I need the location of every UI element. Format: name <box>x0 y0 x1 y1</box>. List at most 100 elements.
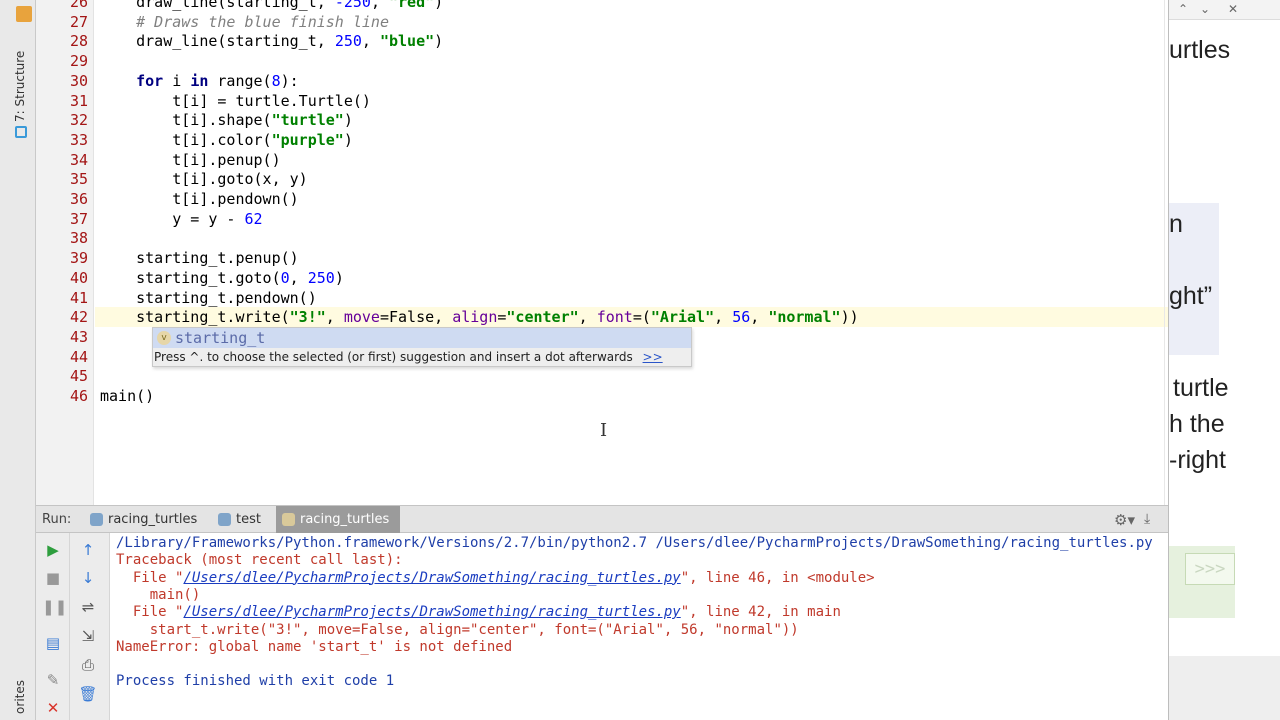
line-number: 46 <box>69 387 88 405</box>
stop-icon[interactable]: ■ <box>42 567 64 589</box>
soft-wrap-icon[interactable]: ⇌ <box>77 596 99 618</box>
python-prompt-box: >>> <box>1169 546 1235 618</box>
code-token: range( <box>208 71 272 90</box>
completion-more-link[interactable]: >> <box>643 350 663 364</box>
code-token: draw_line(starting_t, <box>100 0 335 11</box>
window-titlebar: ⌃ ⌄ ✕ <box>1169 0 1280 20</box>
code-token: "Arial" <box>650 308 715 327</box>
code-token: 0 <box>280 268 290 287</box>
line-number: 31 <box>69 91 88 110</box>
code-token: , <box>370 0 389 11</box>
code-line: t[i].shape("turtle") <box>100 110 353 130</box>
run-tab-racing-turtles-1[interactable]: racing_turtles <box>84 506 206 533</box>
variable-icon: v <box>157 331 171 345</box>
line-number: 39 <box>69 249 88 268</box>
line-number: 34 <box>69 150 88 169</box>
code-token: ) <box>434 0 444 11</box>
console-text: ", line 46, in <module> <box>680 569 875 586</box>
code-token: in <box>190 71 209 90</box>
code-editor[interactable]: 26 27 28 29 30 31 32 33 34 35 36 37 38 39 40 41 42 43 44 45… <box>36 0 1168 505</box>
file-link[interactable]: /Users/dlee/PycharmProjects/DrawSomethin… <box>183 570 680 586</box>
code-token: starting_t.goto( <box>100 268 281 287</box>
code-token: "center" <box>506 308 579 327</box>
code-token: starting_t.write( <box>100 308 290 327</box>
structure-tab-label: 7: Structure <box>13 50 27 122</box>
pause-icon[interactable]: ❚❚ <box>42 596 67 618</box>
code-token: draw_line(starting_t, <box>100 32 335 51</box>
arrow-up-icon[interactable]: ↑ <box>77 539 99 561</box>
trash-icon[interactable]: 🗑 <box>77 683 99 705</box>
text-cursor-icon: I <box>600 420 608 441</box>
code-token: 250 <box>307 268 335 287</box>
code-token: , <box>750 308 769 327</box>
completion-hint-text: Press ^. to choose the selected (or firs… <box>154 350 633 364</box>
code-token: ) <box>343 130 353 149</box>
completion-item[interactable]: v starting_t <box>153 328 691 348</box>
line-number: 36 <box>69 190 88 208</box>
code-line: for i in range(8): <box>100 71 299 91</box>
close-icon[interactable]: ✕ <box>42 697 64 719</box>
code-token: -250 <box>334 0 371 11</box>
run-tab-label: racing_turtles <box>300 512 390 527</box>
code-token: , <box>325 308 344 327</box>
console-text: File " <box>116 569 184 586</box>
pin-icon[interactable]: ✎ <box>42 669 64 691</box>
code-token: "red" <box>389 0 435 11</box>
line-number: 38 <box>69 229 88 248</box>
background-window: ⌃ ⌄ ✕ urtles n ght” turtle h the -right … <box>1168 0 1280 720</box>
scroll-to-end-icon[interactable]: ⇲ <box>77 625 99 647</box>
autocomplete-popup[interactable]: v starting_t Press ^. to choose the sele… <box>152 327 692 367</box>
line-number: 30 <box>69 71 88 90</box>
console-toolbar: ↑ ↓ ⇌ ⇲ ⎙ 🗑 <box>70 533 110 720</box>
hide-panel-icon[interactable]: ⤓ <box>1144 511 1150 527</box>
instruction-text-1: urtles <box>1169 36 1231 64</box>
run-console[interactable]: /Library/Frameworks/Python.framework/Ver… <box>110 533 1168 720</box>
completion-item-label: starting_t <box>175 329 266 347</box>
code-line: draw_line(starting_t, -250, "red") <box>100 0 443 12</box>
console-line: main() <box>116 586 201 603</box>
line-number-gutter: 26 27 28 29 30 31 32 33 34 35 36 37 38 39 40 41 42 43 44 45… <box>36 0 94 505</box>
line-number: 43 <box>69 327 88 346</box>
code-token: i <box>163 71 191 90</box>
python-icon <box>218 513 231 526</box>
completion-hint: Press ^. to choose the selected (or firs… <box>153 348 691 367</box>
print-icon[interactable]: ⎙ <box>77 654 99 676</box>
code-token: , <box>289 268 308 287</box>
console-line: Process finished with exit code 1 <box>116 673 395 690</box>
code-token: )) <box>840 308 859 327</box>
console-text: File " <box>116 604 184 621</box>
line-number: 45 <box>69 367 88 386</box>
code-line: starting_t.pendown() <box>100 288 317 308</box>
right-margin-guide <box>1164 0 1165 505</box>
code-token: move <box>343 308 380 327</box>
line-number: 40 <box>69 268 88 287</box>
console-line: File "/Users/dlee/PycharmProjects/DrawSo… <box>116 604 841 621</box>
instruction-text-4: turtle <box>1173 374 1229 402</box>
code-token: t[i].goto(x, y) <box>100 170 308 189</box>
chevron-down-icon[interactable]: ⌄ <box>1195 0 1215 18</box>
code-token: starting_t.pendown() <box>100 288 317 307</box>
line-number: 29 <box>69 52 88 71</box>
run-tab-test[interactable]: test <box>212 506 274 533</box>
close-icon[interactable]: ✕ <box>1223 0 1243 18</box>
chevron-up-icon[interactable]: ⌃ <box>1173 0 1193 18</box>
project-icon[interactable] <box>16 6 32 22</box>
run-tab-racing-turtles-active[interactable]: racing_turtles <box>276 506 400 533</box>
favorites-tool-tab[interactable]: orites <box>13 680 27 714</box>
code-line: t[i].goto(x, y) <box>100 169 308 189</box>
layout-icon[interactable]: ▤ <box>42 632 64 654</box>
instruction-text-3: ght” <box>1169 282 1213 310</box>
run-icon[interactable]: ▶ <box>42 539 64 561</box>
structure-tool-tab[interactable]: 7: Structure <box>13 44 33 144</box>
line-number: 27 <box>69 12 88 31</box>
console-line: File "/Users/dlee/PycharmProjects/DrawSo… <box>116 570 875 587</box>
code-token: t[i].shape( <box>100 111 272 130</box>
gear-icon[interactable]: ⚙▾ <box>1114 511 1135 529</box>
run-panel-header: Run: racing_turtles test racing_turtles … <box>36 505 1168 533</box>
code-token: for <box>136 71 164 90</box>
code-token: 56 <box>732 308 751 327</box>
arrow-down-icon[interactable]: ↓ <box>77 567 99 589</box>
code-token: # Draws the blue finish line <box>100 12 389 31</box>
code-token: align <box>452 308 498 327</box>
file-link[interactable]: /Users/dlee/PycharmProjects/DrawSomethin… <box>183 604 680 620</box>
